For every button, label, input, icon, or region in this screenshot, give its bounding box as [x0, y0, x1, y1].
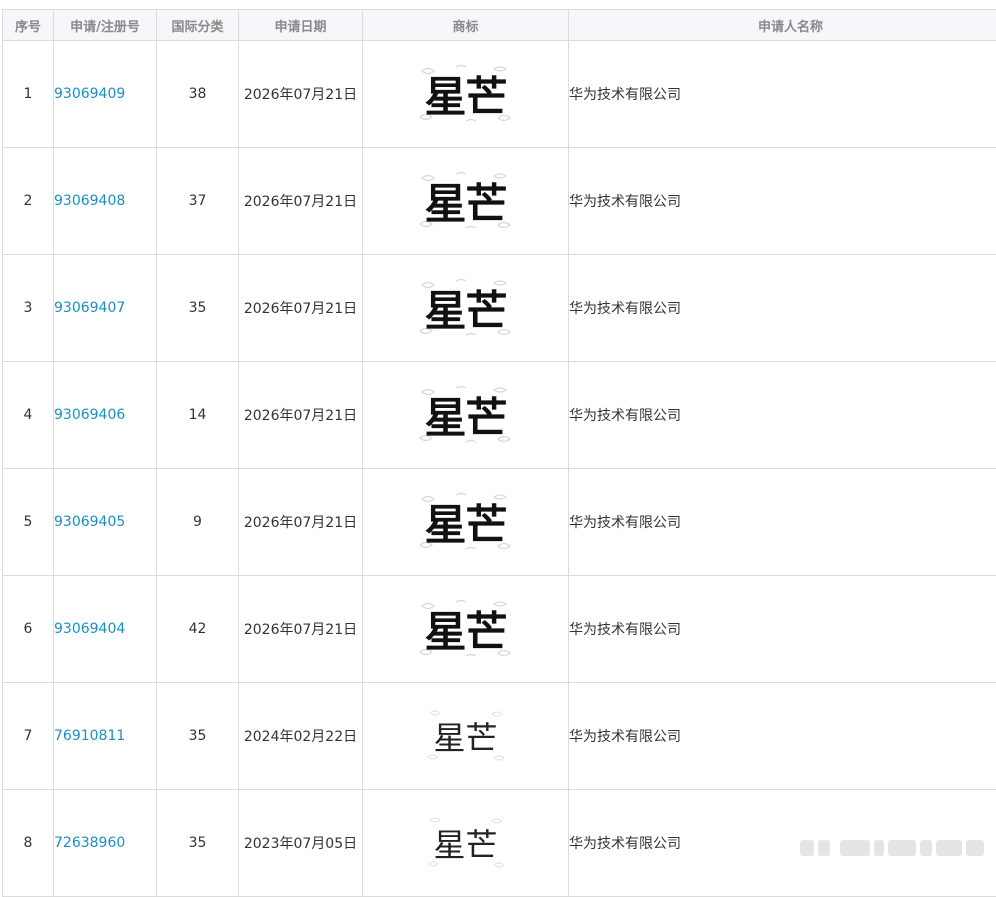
cell-intl-class: 37: [157, 148, 239, 255]
cell-applicant: 华为技术有限公司: [569, 148, 996, 255]
trademark-text: 星芒: [416, 599, 516, 660]
table-row: 2 93069408 37 2026年07月21日 星芒 华为技术有限公司: [3, 148, 996, 255]
header-seq[interactable]: 序号: [3, 10, 54, 41]
cell-applicant: 华为技术有限公司: [569, 683, 996, 790]
cell-mark: 星芒: [363, 683, 569, 790]
cell-mark: 星芒: [363, 576, 569, 683]
cell-mark: 星芒: [363, 469, 569, 576]
cell-mark: 星芒: [363, 148, 569, 255]
header-intl-class[interactable]: 国际分类: [157, 10, 239, 41]
cell-seq: 4: [3, 362, 54, 469]
cell-seq: 8: [3, 790, 54, 897]
cell-intl-class: 42: [157, 576, 239, 683]
cell-intl-class: 9: [157, 469, 239, 576]
cell-seq: 7: [3, 683, 54, 790]
cell-date: 2023年07月05日: [239, 790, 363, 897]
cell-date: 2026年07月21日: [239, 148, 363, 255]
reg-no-link[interactable]: 93069406: [54, 407, 125, 423]
cell-date: 2024年02月22日: [239, 683, 363, 790]
cell-date: 2026年07月21日: [239, 41, 363, 148]
reg-no-link[interactable]: 72638960: [54, 835, 125, 851]
header-applicant[interactable]: 申请人名称: [569, 10, 996, 41]
reg-no-link[interactable]: 93069409: [54, 86, 125, 102]
top-strip: [0, 0, 996, 9]
reg-no-link[interactable]: 93069404: [54, 621, 125, 637]
table-row: 6 93069404 42 2026年07月21日 星芒 华为技术有限公司: [3, 576, 996, 683]
trademark-image[interactable]: 星芒: [416, 277, 516, 339]
watermark: [800, 838, 990, 858]
cell-applicant: 华为技术有限公司: [569, 576, 996, 683]
trademark-text: 星芒: [416, 278, 516, 339]
cell-mark: 星芒: [363, 362, 569, 469]
cell-reg-no: 72638960: [54, 790, 157, 897]
trademark-text: 星芒: [416, 492, 516, 553]
header-date[interactable]: 申请日期: [239, 10, 363, 41]
cell-reg-no: 93069405: [54, 469, 157, 576]
cell-applicant: 华为技术有限公司: [569, 469, 996, 576]
cell-mark: 星芒: [363, 255, 569, 362]
cell-reg-no: 93069406: [54, 362, 157, 469]
trademark-text: 星芒: [416, 713, 516, 759]
cell-intl-class: 14: [157, 362, 239, 469]
cell-date: 2026年07月21日: [239, 255, 363, 362]
cell-reg-no: 76910811: [54, 683, 157, 790]
trademark-image[interactable]: 星芒: [416, 598, 516, 660]
cell-mark: 星芒: [363, 790, 569, 897]
table-header-row: 序号 申请/注册号 国际分类 申请日期 商标 申请人名称: [3, 10, 996, 41]
trademark-text: 星芒: [416, 385, 516, 446]
table-row: 4 93069406 14 2026年07月21日 星芒 华为技术有限公司: [3, 362, 996, 469]
trademark-image[interactable]: 星芒: [416, 63, 516, 125]
cell-intl-class: 35: [157, 255, 239, 362]
cell-seq: 2: [3, 148, 54, 255]
cell-reg-no: 93069407: [54, 255, 157, 362]
cell-date: 2026年07月21日: [239, 362, 363, 469]
cell-applicant: 华为技术有限公司: [569, 41, 996, 148]
cell-reg-no: 93069409: [54, 41, 157, 148]
cell-applicant: 华为技术有限公司: [569, 255, 996, 362]
cell-mark: 星芒: [363, 41, 569, 148]
cell-seq: 1: [3, 41, 54, 148]
cell-date: 2026年07月21日: [239, 576, 363, 683]
trademark-text: 星芒: [416, 64, 516, 125]
cell-seq: 6: [3, 576, 54, 683]
table-row: 1 93069409 38 2026年07月21日 星芒 华为技术有限公司: [3, 41, 996, 148]
table-row: 7 76910811 35 2024年02月22日 星芒 华为技术有限公司: [3, 683, 996, 790]
trademark-image[interactable]: 星芒: [416, 705, 516, 767]
cell-intl-class: 35: [157, 790, 239, 897]
cell-applicant: 华为技术有限公司: [569, 362, 996, 469]
table-row: 3 93069407 35 2026年07月21日 星芒 华为技术有限公司: [3, 255, 996, 362]
trademark-image[interactable]: 星芒: [416, 491, 516, 553]
trademark-text: 星芒: [416, 171, 516, 232]
header-mark: 商标: [363, 10, 569, 41]
cell-reg-no: 93069408: [54, 148, 157, 255]
trademark-image[interactable]: 星芒: [416, 170, 516, 232]
cell-seq: 3: [3, 255, 54, 362]
cell-seq: 5: [3, 469, 54, 576]
trademark-image[interactable]: 星芒: [416, 812, 516, 874]
cell-date: 2026年07月21日: [239, 469, 363, 576]
trademark-table: 序号 申请/注册号 国际分类 申请日期 商标 申请人名称 1 93069409 …: [2, 9, 996, 897]
reg-no-link[interactable]: 93069407: [54, 300, 125, 316]
table-row: 5 93069405 9 2026年07月21日 星芒 华为技术有限公司: [3, 469, 996, 576]
reg-no-link[interactable]: 93069408: [54, 193, 125, 209]
reg-no-link[interactable]: 76910811: [54, 728, 125, 744]
cell-reg-no: 93069404: [54, 576, 157, 683]
header-reg-no[interactable]: 申请/注册号: [54, 10, 157, 41]
cell-intl-class: 38: [157, 41, 239, 148]
trademark-text: 星芒: [416, 820, 516, 866]
reg-no-link[interactable]: 93069405: [54, 514, 125, 530]
trademark-image[interactable]: 星芒: [416, 384, 516, 446]
cell-intl-class: 35: [157, 683, 239, 790]
